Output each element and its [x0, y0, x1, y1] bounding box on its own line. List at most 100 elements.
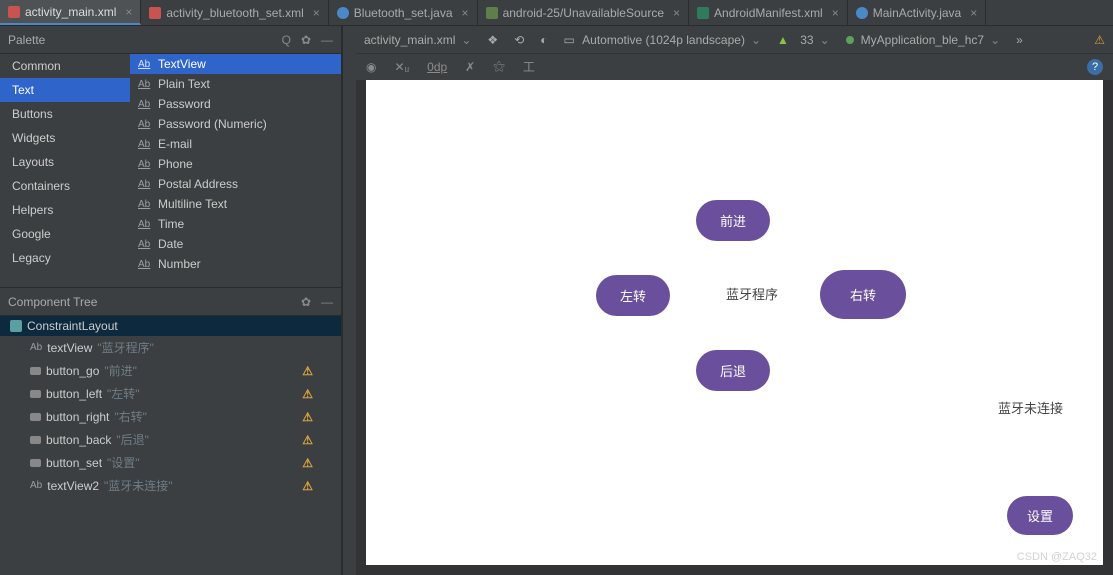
text-widget-icon: Ab: [138, 179, 152, 190]
preview-button-go[interactable]: 前进: [696, 200, 770, 241]
text-widget-icon: Ab: [138, 159, 152, 170]
palette-category[interactable]: Layouts: [0, 150, 130, 174]
palette-item[interactable]: AbTextView: [130, 54, 341, 74]
warning-icon[interactable]: ⚠: [302, 433, 313, 447]
tree-node-sublabel: "蓝牙程序": [97, 339, 154, 356]
palette-item-label: Time: [158, 217, 184, 231]
palette-item[interactable]: AbE-mail: [130, 134, 341, 154]
tree-node-sublabel: "左转": [107, 385, 140, 402]
layout-icon: [10, 320, 22, 332]
collapse-icon[interactable]: —: [321, 295, 333, 309]
palette-item-label: TextView: [158, 57, 206, 71]
close-icon[interactable]: ×: [313, 6, 320, 20]
tab-label: MainActivity.java: [873, 6, 961, 20]
device-selector[interactable]: ▭ Automotive (1024p landscape): [564, 33, 762, 47]
tree-node[interactable]: button_go "前进"⚠: [0, 359, 341, 382]
palette-item[interactable]: AbPlain Text: [130, 74, 341, 94]
tree-node[interactable]: AbtextView2 "蓝牙未连接"⚠: [0, 474, 341, 497]
palette-category[interactable]: Common: [0, 54, 130, 78]
magnet-off-icon[interactable]: ✕ᵤ: [394, 60, 409, 74]
text-widget-icon: Ab: [30, 342, 42, 353]
search-icon[interactable]: Q: [282, 33, 291, 47]
palette-category[interactable]: Buttons: [0, 102, 130, 126]
tree-node[interactable]: button_right "右转"⚠: [0, 405, 341, 428]
tab-label: Bluetooth_set.java: [354, 6, 453, 20]
collapse-icon[interactable]: —: [321, 33, 333, 47]
tree-root[interactable]: ConstraintLayout: [0, 316, 341, 336]
guideline-icon[interactable]: 工: [523, 58, 535, 75]
editor-tab[interactable]: android-25/UnavailableSource×: [478, 0, 689, 25]
theme-selector[interactable]: MyApplication_ble_hc7: [846, 33, 1000, 47]
help-icon[interactable]: ?: [1087, 59, 1103, 75]
palette-item[interactable]: AbDate: [130, 234, 341, 254]
tree-node-sublabel: "后退": [116, 431, 149, 448]
palette-item-label: Password (Numeric): [158, 117, 267, 131]
palette-category[interactable]: Containers: [0, 174, 130, 198]
palette-category[interactable]: Helpers: [0, 198, 130, 222]
close-icon[interactable]: ×: [462, 6, 469, 20]
warning-icon[interactable]: ⚠: [302, 387, 313, 401]
palette-category[interactable]: Text: [0, 78, 130, 102]
palette-category[interactable]: Widgets: [0, 126, 130, 150]
orientation-icon[interactable]: ⟲: [514, 33, 524, 47]
preview-status-label: 蓝牙未连接: [998, 398, 1063, 417]
warning-icon[interactable]: ⚠: [302, 410, 313, 424]
preview-button-left[interactable]: 左转: [596, 275, 670, 316]
warning-icon[interactable]: ⚠: [1094, 33, 1105, 47]
tree-node[interactable]: button_back "后退" ⚠: [0, 428, 341, 451]
button-widget-icon: [30, 390, 41, 398]
text-widget-icon: Ab: [138, 119, 152, 130]
close-icon[interactable]: ×: [125, 5, 132, 19]
tree-node-label: button_go: [46, 364, 99, 378]
overflow-icon[interactable]: »: [1016, 33, 1023, 47]
close-icon[interactable]: ×: [970, 6, 977, 20]
editor-tab[interactable]: AndroidManifest.xml×: [689, 0, 848, 25]
editor-tab[interactable]: activity_main.xml ×: [0, 0, 141, 25]
clear-constraints-icon[interactable]: ✗: [465, 60, 475, 74]
preview-button-right[interactable]: 右转: [820, 270, 906, 319]
tree-node[interactable]: button_set "设置"⚠: [0, 451, 341, 474]
file-selector[interactable]: activity_main.xml: [364, 33, 471, 47]
tab-label: activity_main.xml: [25, 5, 116, 19]
layers-icon[interactable]: ❖: [487, 33, 498, 47]
tree-node-sublabel: "蓝牙未连接": [104, 477, 173, 494]
editor-tab[interactable]: activity_bluetooth_set.xml×: [141, 0, 328, 25]
palette-item[interactable]: Ab Password (Numeric): [130, 114, 341, 134]
palette-item[interactable]: AbNumber: [130, 254, 341, 274]
tree-node[interactable]: AbtextView "蓝牙程序": [0, 336, 341, 359]
palette-item[interactable]: AbPostal Address: [130, 174, 341, 194]
preview-button-set[interactable]: 设置: [1007, 496, 1073, 535]
warning-icon[interactable]: ⚠: [302, 479, 313, 493]
warning-icon[interactable]: ⚠: [302, 364, 313, 378]
eye-icon[interactable]: ◉: [366, 60, 376, 74]
palette-item[interactable]: AbTime: [130, 214, 341, 234]
close-icon[interactable]: ×: [832, 6, 839, 20]
panel-gutter[interactable]: [342, 26, 356, 575]
palette-item-label: Number: [158, 257, 201, 271]
close-icon[interactable]: ×: [673, 6, 680, 20]
palette-category[interactable]: Google: [0, 222, 130, 246]
palette-items: AbTextViewAbPlain TextAbPasswordAbPasswo…: [130, 54, 341, 287]
file-type-icon: [8, 6, 20, 18]
warning-icon[interactable]: ⚠: [302, 456, 313, 470]
gear-icon[interactable]: ✿: [301, 295, 311, 309]
palette-item[interactable]: AbMultiline Text: [130, 194, 341, 214]
magic-wand-icon[interactable]: ⚝: [493, 59, 505, 74]
design-canvas[interactable]: 前进 左转 蓝牙程序 右转 后退 蓝牙未连接 设置 CSDN @ZAQ32: [366, 80, 1103, 565]
editor-tab[interactable]: MainActivity.java ×: [848, 0, 987, 25]
default-margin[interactable]: 0dp: [427, 60, 447, 74]
api-selector[interactable]: ▲ 33: [777, 33, 830, 47]
palette-header: Palette Q ✿ —: [0, 26, 341, 54]
preview-button-back[interactable]: 后退: [696, 350, 770, 391]
palette-item[interactable]: AbPhone: [130, 154, 341, 174]
editor-tab[interactable]: Bluetooth_set.java ×: [329, 0, 478, 25]
palette-category[interactable]: Legacy: [0, 246, 130, 270]
night-mode-icon[interactable]: ◐: [540, 33, 547, 47]
component-tree: ConstraintLayoutAbtextView "蓝牙程序"button_…: [0, 316, 341, 575]
tree-node-label: button_right: [46, 410, 109, 424]
palette-item[interactable]: AbPassword: [130, 94, 341, 114]
tree-node[interactable]: button_left "左转"⚠: [0, 382, 341, 405]
gear-icon[interactable]: ✿: [301, 33, 311, 47]
tree-node-label: button_back: [46, 433, 111, 447]
design-subtoolbar: ◉ ✕ᵤ 0dp ✗ ⚝ 工 ?: [356, 54, 1113, 80]
